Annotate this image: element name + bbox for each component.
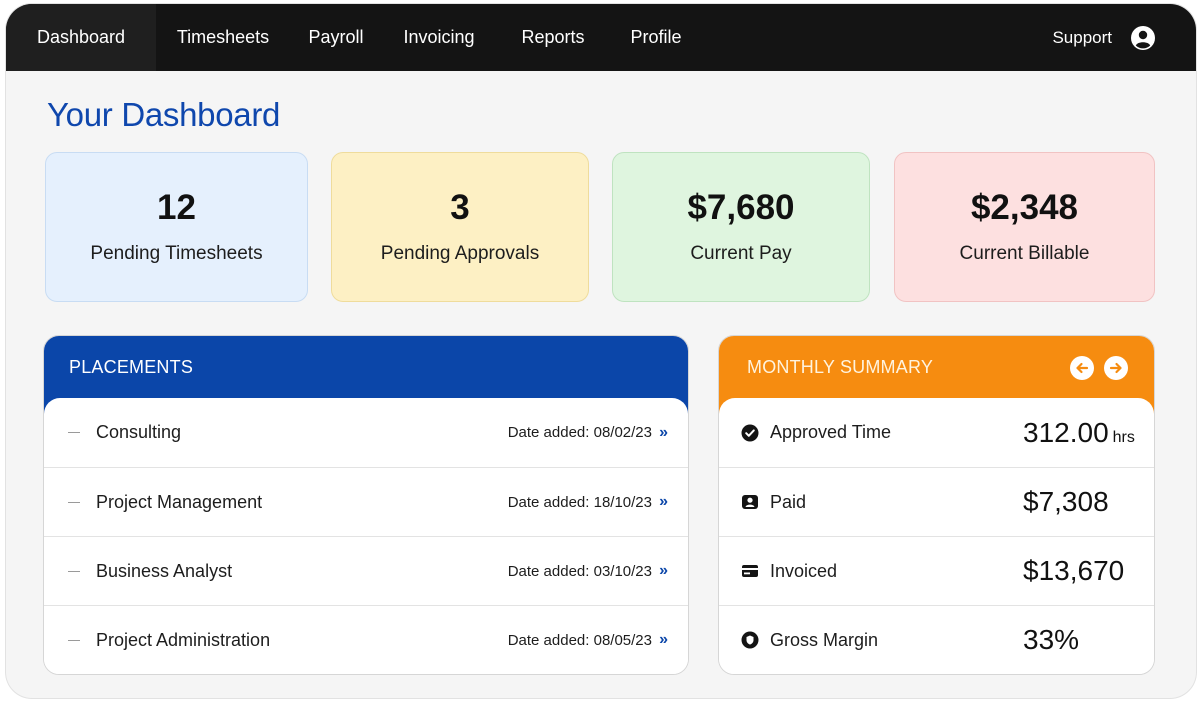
summary-value: $7,308 [1023, 486, 1113, 518]
summary-label: Gross Margin [770, 629, 879, 650]
summary-row-invoiced: Invoiced $13,670 [719, 536, 1154, 605]
stat-value: 12 [157, 187, 196, 227]
stat-label: Current Pay [690, 242, 792, 264]
summary-number: 312.00 [1023, 416, 1109, 448]
arrow-left-circle-icon[interactable] [1070, 356, 1094, 380]
dash-icon [68, 501, 80, 503]
nav-right-group: Support [1052, 4, 1196, 71]
arrow-right-circle-icon[interactable] [1104, 356, 1128, 380]
placements-panel: PLACEMENTS Consulting Date added: 08/02/… [43, 335, 689, 675]
summary-list: Approved Time 312.00 hrs Paid $7,308 Inv… [719, 398, 1154, 674]
stat-card-current-pay[interactable]: $7,680 Current Pay [612, 152, 870, 302]
placement-date: Date added: 18/10/23 [507, 493, 652, 511]
placements-list: Consulting Date added: 08/02/23 » Projec… [44, 398, 688, 674]
nav-timesheets[interactable]: Timesheets [156, 4, 290, 71]
placement-name: Project Administration [96, 629, 271, 650]
stat-card-current-billable[interactable]: $2,348 Current Billable [894, 152, 1155, 302]
user-circle-icon[interactable] [1130, 25, 1156, 51]
app-window: Dashboard Timesheets Payroll Invoicing R… [6, 4, 1196, 698]
placement-row-project-administration[interactable]: Project Administration Date added: 08/05… [44, 605, 688, 674]
stat-card-pending-timesheets[interactable]: 12 Pending Timesheets [45, 152, 308, 302]
double-chevron-right-icon[interactable]: » [659, 562, 668, 580]
placement-date: Date added: 03/10/23 [507, 562, 652, 580]
summary-row-approved-time: Approved Time 312.00 hrs [719, 398, 1154, 467]
support-link[interactable]: Support [1052, 28, 1112, 48]
dash-icon [68, 432, 80, 433]
summary-unit: hrs [1112, 428, 1135, 446]
card-icon [741, 562, 759, 580]
nav-payroll[interactable]: Payroll [290, 4, 382, 71]
stat-label: Current Billable [959, 242, 1090, 264]
summary-label: Invoiced [770, 560, 838, 581]
summary-title: MONTHLY SUMMARY [747, 357, 934, 377]
double-chevron-right-icon[interactable]: » [659, 493, 668, 511]
summary-value: 312.00 hrs [1023, 417, 1135, 449]
summary-label: Approved Time [770, 422, 892, 442]
placement-name: Project Management [96, 491, 263, 512]
summary-row-gross-margin: Gross Margin 33% [719, 605, 1154, 674]
double-chevron-right-icon[interactable]: » [659, 631, 668, 649]
nav-invoicing[interactable]: Invoicing [382, 4, 496, 71]
nav-dashboard[interactable]: Dashboard [6, 4, 156, 71]
shield-badge-icon [741, 631, 759, 649]
summary-number: 33% [1023, 624, 1080, 655]
stat-value: 3 [450, 187, 470, 227]
double-chevron-right-icon[interactable]: » [659, 424, 668, 442]
placement-name: Consulting [96, 422, 182, 442]
summary-number: $13,670 [1023, 555, 1125, 586]
placement-row-project-management[interactable]: Project Management Date added: 18/10/23 … [44, 467, 688, 536]
summary-number: $7,308 [1023, 486, 1109, 517]
placement-date: Date added: 08/02/23 [507, 424, 652, 441]
summary-value: $13,670 [1023, 555, 1128, 587]
summary-label: Paid [770, 491, 807, 512]
stat-label: Pending Timesheets [90, 242, 263, 264]
nav-profile[interactable]: Profile [610, 4, 702, 71]
placement-row-consulting[interactable]: Consulting Date added: 08/02/23 » [44, 398, 688, 467]
placements-title: PLACEMENTS [69, 357, 194, 377]
placement-row-business-analyst[interactable]: Business Analyst Date added: 03/10/23 » [44, 536, 688, 605]
stat-label: Pending Approvals [380, 242, 540, 264]
summary-value: 33% [1023, 624, 1083, 656]
page-title: Your Dashboard [47, 96, 281, 133]
nav-reports[interactable]: Reports [496, 4, 610, 71]
placement-name: Business Analyst [96, 560, 233, 581]
placement-date: Date added: 08/05/23 [507, 631, 652, 649]
summary-row-paid: Paid $7,308 [719, 467, 1154, 536]
stat-card-pending-approvals[interactable]: 3 Pending Approvals [331, 152, 589, 302]
check-circle-icon [741, 424, 759, 442]
dash-icon [68, 639, 80, 641]
stat-value: $7,680 [687, 187, 795, 227]
wallet-person-icon [741, 493, 759, 511]
stat-value: $2,348 [970, 187, 1079, 227]
monthly-summary-panel: MONTHLY SUMMARY Approved Time 312.00 hrs… [718, 335, 1155, 675]
top-navbar: Dashboard Timesheets Payroll Invoicing R… [6, 4, 1196, 71]
dash-icon [68, 570, 80, 572]
